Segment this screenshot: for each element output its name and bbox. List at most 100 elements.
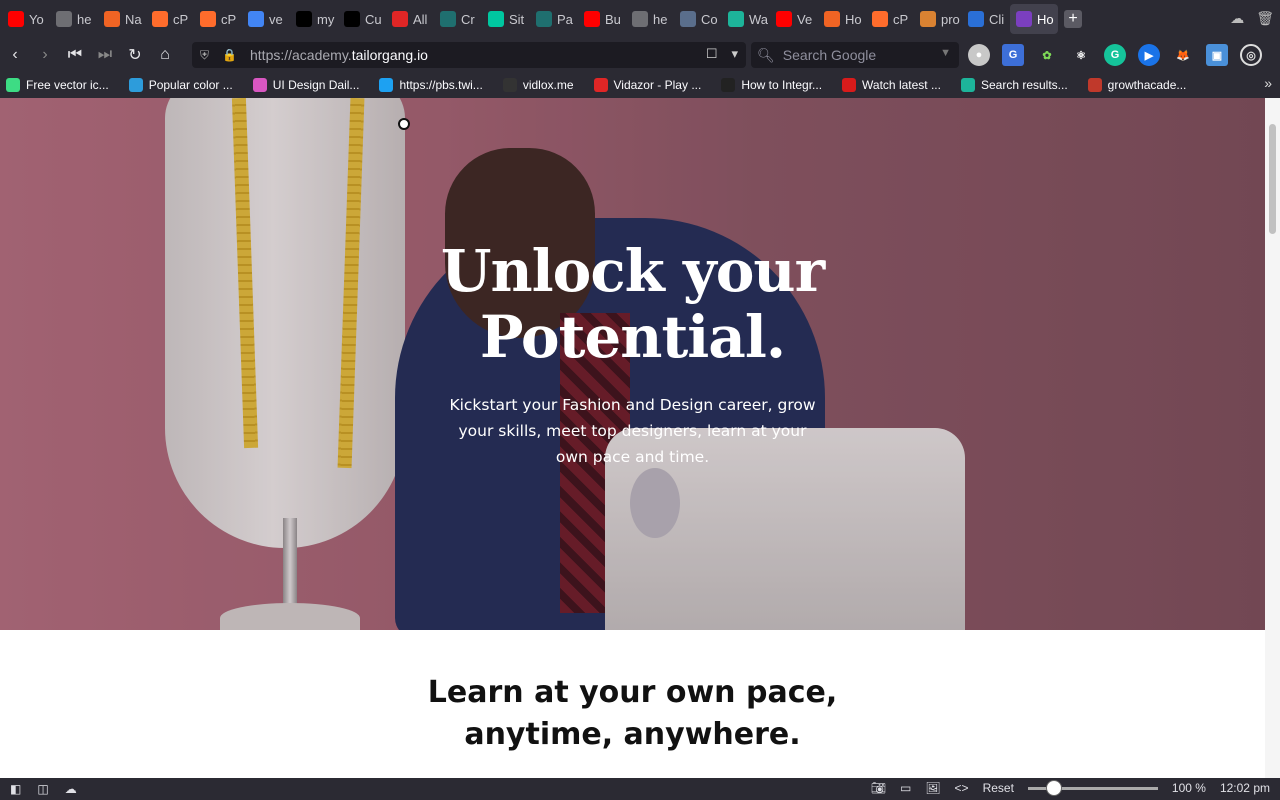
browser-tab[interactable]: my: [290, 4, 338, 34]
growth-icon: [1087, 77, 1102, 92]
reload-button[interactable]: ↻: [120, 40, 150, 70]
browser-tab[interactable]: cP: [866, 4, 914, 34]
search-engine-dropdown-icon[interactable]: ▼: [940, 47, 951, 59]
bookmark-item[interactable]: Watch latest ...: [842, 77, 941, 92]
skip-back-icon: ⏮: [67, 45, 83, 63]
browser-tab[interactable]: cP: [146, 4, 194, 34]
bookmark-item[interactable]: Free vector ic...: [6, 77, 109, 92]
image-icon[interactable]: 🖼︎: [925, 781, 940, 795]
browser-tab[interactable]: All: [386, 4, 434, 34]
tiling-icon[interactable]: ◫: [37, 782, 48, 796]
browser-tab[interactable]: Ve: [770, 4, 818, 34]
bookmark-item[interactable]: growthacade...: [1087, 77, 1186, 92]
browser-tab[interactable]: Sit: [482, 4, 530, 34]
browser-tab[interactable]: Ho: [1010, 4, 1058, 34]
search-icon: 🔍︎: [757, 46, 775, 63]
first-page-button[interactable]: ⏮: [60, 40, 90, 70]
browser-tab[interactable]: Pa: [530, 4, 578, 34]
zoom-slider-knob[interactable]: [1045, 779, 1062, 796]
camera-icon[interactable]: 📷︎: [871, 781, 886, 795]
browser-tab[interactable]: Yo: [2, 4, 50, 34]
bookmark-item[interactable]: Vidazor - Play ...: [593, 77, 701, 92]
browser-tab[interactable]: pro: [914, 4, 962, 34]
browser-tab[interactable]: Co: [674, 4, 722, 34]
clock: 12:02 pm: [1219, 781, 1270, 795]
bookmark-item[interactable]: UI Design Dail...: [252, 77, 359, 92]
bookmark-item[interactable]: Popular color ...: [128, 77, 233, 92]
hero-title-line2: Potential.: [479, 303, 786, 371]
navigation-toolbar: ‹ › ⏮ ⏭ ↻ ⌂ ⛨ 🔒 https://academy.tailorga…: [0, 38, 1280, 71]
bookmark-item[interactable]: How to Integr...: [721, 77, 822, 92]
window-extension-icon[interactable]: ▣: [1206, 44, 1228, 66]
dropdown-arrow-icon[interactable]: ▾: [731, 46, 738, 62]
profile-avatar[interactable]: ●: [968, 44, 990, 66]
section-title: Learn at your own pace, anytime, anywher…: [427, 675, 838, 752]
media-extension-icon[interactable]: ▶: [1138, 44, 1160, 66]
zoom-level: 100 %: [1171, 781, 1206, 795]
url-bar[interactable]: ⛨ 🔒 https://academy.tailorgang.io ☐ ▾: [192, 42, 746, 68]
translate-extension-icon[interactable]: G: [1002, 44, 1024, 66]
home-button[interactable]: ⌂: [150, 40, 180, 70]
url-domain: tailorgang.io: [351, 47, 428, 63]
back-button[interactable]: ‹: [0, 40, 30, 70]
browser-tab[interactable]: he: [50, 4, 98, 34]
tab-label: Ho: [1037, 11, 1054, 27]
play-icon: [502, 77, 517, 92]
cpanel-icon: [152, 11, 168, 27]
window-icon[interactable]: ▭: [900, 781, 911, 795]
status-left-tools: ◧ ◫ ☁: [10, 782, 77, 796]
bookmarks-bar: Free vector ic... Popular color ... UI Des…: [0, 71, 1280, 98]
tabbar-actions: ☁ 🗑: [1230, 10, 1274, 27]
tab-label: my: [317, 11, 335, 27]
tab-label: Cr: [461, 11, 475, 27]
tab-label: cP: [893, 11, 909, 27]
forward-button[interactable]: ›: [30, 40, 60, 70]
hero-section: Unlock your Potential. Kickstart your Fa…: [0, 98, 1265, 630]
zoom-slider[interactable]: [1027, 779, 1158, 796]
page-scrollbar[interactable]: [1265, 98, 1280, 778]
browser-tab[interactable]: Cu: [338, 4, 386, 34]
browser-tab[interactable]: Cr: [434, 4, 482, 34]
tab-label: Co: [701, 11, 718, 27]
cpanel-icon: [872, 11, 888, 27]
search-bar[interactable]: 🔍︎ Search Google ▼: [751, 42, 959, 68]
tab-label: Sit: [509, 11, 525, 27]
zoom-reset-button[interactable]: Reset: [983, 781, 1014, 795]
bookmark-label: https://pbs.twi...: [399, 77, 483, 92]
react-icon: [440, 11, 456, 27]
new-tab-button[interactable]: +: [1064, 10, 1082, 28]
code-icon[interactable]: <>: [955, 781, 969, 795]
scrollbar-thumb[interactable]: [1269, 124, 1276, 234]
puzzle-extension-icon[interactable]: ✿: [1036, 44, 1058, 66]
github-icon: [632, 11, 648, 27]
trash-icon[interactable]: 🗑: [1256, 10, 1274, 27]
color-icon: [128, 77, 143, 92]
bookmark-item[interactable]: https://pbs.twi...: [379, 77, 483, 92]
browser-tab[interactable]: Na: [98, 4, 146, 34]
bookmark-label: Search results...: [980, 77, 1068, 92]
browser-tab[interactable]: Bu: [578, 4, 626, 34]
shield-icon[interactable]: ⛨: [200, 48, 214, 63]
last-page-button[interactable]: ⏭: [90, 40, 120, 70]
sync-cloud-icon[interactable]: ☁: [65, 782, 77, 796]
bookmark-item[interactable]: Search results...: [960, 77, 1068, 92]
browser-tab[interactable]: Cli: [962, 4, 1010, 34]
metamask-icon[interactable]: 🦊: [1172, 44, 1194, 66]
panel-toggle-icon[interactable]: ◧: [10, 782, 21, 796]
react-devtools-icon[interactable]: ⚛: [1070, 44, 1092, 66]
browser-tab[interactable]: Ho: [818, 4, 866, 34]
learn-section: Learn at your own pace, anytime, anywher…: [0, 630, 1265, 778]
bookmark-item[interactable]: vidlox.me: [502, 77, 574, 92]
chevrons-right-icon[interactable]: »: [1264, 75, 1272, 91]
browser-tab[interactable]: cP: [194, 4, 242, 34]
hero-title: Unlock your Potential.: [0, 238, 1265, 370]
grammarly-icon[interactable]: G: [1104, 44, 1126, 66]
url-text[interactable]: https://academy.tailorgang.io: [250, 47, 428, 63]
browser-tab[interactable]: ve: [242, 4, 290, 34]
cloud-icon[interactable]: ☁: [1230, 10, 1244, 27]
target-extension-icon[interactable]: ◎: [1240, 44, 1262, 66]
bookmark-icon[interactable]: ☐: [706, 46, 718, 62]
browser-tab[interactable]: Wa: [722, 4, 770, 34]
browser-tab[interactable]: he: [626, 4, 674, 34]
tab-label: All: [413, 11, 428, 27]
